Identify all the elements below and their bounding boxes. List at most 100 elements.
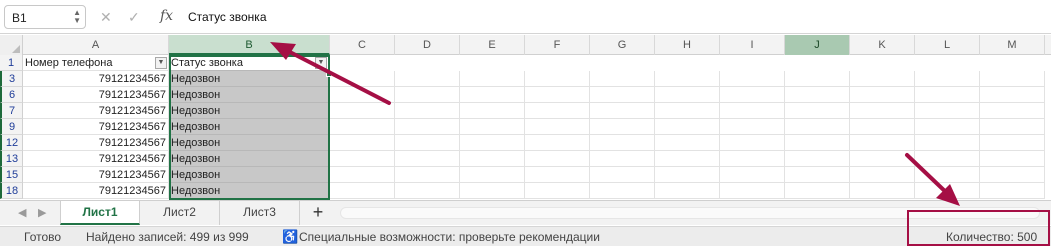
empty-cell[interactable] (785, 71, 850, 87)
row-header[interactable]: 1 (0, 55, 23, 71)
empty-cell[interactable] (460, 87, 525, 103)
column-header-i[interactable]: I (720, 35, 785, 55)
empty-cell[interactable] (395, 135, 460, 151)
empty-cell[interactable] (460, 183, 525, 199)
empty-cell[interactable] (850, 167, 915, 183)
phone-cell[interactable]: 79121234567 (23, 119, 169, 135)
empty-cell[interactable] (395, 183, 460, 199)
column-header-e[interactable]: E (460, 35, 525, 55)
phone-cell[interactable]: 79121234567 (23, 87, 169, 103)
empty-cell[interactable] (395, 71, 460, 87)
empty-cell[interactable] (655, 119, 720, 135)
name-box[interactable]: B1 ▲ ▼ (4, 5, 86, 29)
empty-cell[interactable] (330, 151, 395, 167)
empty-cell[interactable] (655, 71, 720, 87)
empty-cell[interactable] (590, 103, 655, 119)
empty-cell[interactable] (915, 119, 980, 135)
empty-cell[interactable] (720, 71, 785, 87)
empty-cell[interactable] (590, 71, 655, 87)
phone-cell[interactable]: 79121234567 (23, 167, 169, 183)
empty-cell[interactable] (395, 119, 460, 135)
empty-cell[interactable] (655, 87, 720, 103)
horizontal-scrollbar[interactable] (340, 207, 1040, 219)
empty-cell[interactable] (590, 119, 655, 135)
status-cell[interactable]: Недозвон (169, 151, 330, 167)
column-header-m[interactable]: M (980, 35, 1045, 55)
status-accessibility[interactable]: Специальные возможности: проверьте реком… (299, 230, 600, 244)
empty-cell[interactable] (915, 71, 980, 87)
empty-cell[interactable] (460, 135, 525, 151)
empty-cell[interactable] (850, 151, 915, 167)
empty-cell[interactable] (525, 167, 590, 183)
empty-cell[interactable] (785, 119, 850, 135)
empty-cell[interactable] (915, 167, 980, 183)
empty-cell[interactable] (850, 103, 915, 119)
row-header[interactable]: 15 (0, 167, 23, 183)
empty-cell[interactable] (460, 71, 525, 87)
status-cell[interactable]: Недозвон (169, 103, 330, 119)
tab-sheet2[interactable]: Лист2 (140, 201, 220, 225)
empty-cell[interactable] (590, 87, 655, 103)
empty-cell[interactable] (395, 151, 460, 167)
empty-cell[interactable] (330, 135, 395, 151)
empty-cell[interactable] (460, 167, 525, 183)
empty-cell[interactable] (850, 87, 915, 103)
empty-cell[interactable] (590, 151, 655, 167)
phone-cell[interactable]: 79121234567 (23, 183, 169, 199)
row-header[interactable]: 13 (0, 151, 23, 167)
status-cell[interactable]: Недозвон (169, 87, 330, 103)
next-sheet-icon[interactable]: ▶ (38, 206, 46, 219)
empty-cell[interactable] (720, 135, 785, 151)
empty-cell[interactable] (915, 135, 980, 151)
add-sheet-button[interactable]: + (305, 202, 331, 224)
status-cell[interactable]: Недозвон (169, 71, 330, 87)
empty-cell[interactable] (525, 71, 590, 87)
tab-sheet3[interactable]: Лист3 (220, 201, 300, 225)
empty-cell[interactable] (525, 103, 590, 119)
row-header[interactable]: 9 (0, 119, 23, 135)
empty-cell[interactable] (720, 87, 785, 103)
empty-cell[interactable] (980, 103, 1045, 119)
row-header[interactable]: 3 (0, 71, 23, 87)
name-box-stepper-icon[interactable]: ▲ ▼ (73, 9, 81, 25)
status-cell[interactable]: Недозвон (169, 167, 330, 183)
row-header[interactable]: 12 (0, 135, 23, 151)
cancel-icon[interactable]: ✕ (100, 9, 112, 26)
empty-cell[interactable] (980, 71, 1045, 87)
prev-sheet-icon[interactable]: ◀ (18, 206, 26, 219)
empty-cell[interactable] (655, 167, 720, 183)
empty-cell[interactable] (850, 119, 915, 135)
column-header-c[interactable]: C (330, 35, 395, 55)
empty-cell[interactable] (655, 151, 720, 167)
empty-cell[interactable] (720, 103, 785, 119)
empty-cell[interactable] (915, 87, 980, 103)
empty-cell[interactable] (720, 167, 785, 183)
row-header[interactable]: 7 (0, 103, 23, 119)
status-cell[interactable]: Недозвон (169, 119, 330, 135)
confirm-icon[interactable]: ✓ (128, 9, 140, 26)
empty-cell[interactable] (330, 103, 395, 119)
empty-cell[interactable] (915, 151, 980, 167)
empty-cell[interactable] (525, 119, 590, 135)
status-cell[interactable]: Недозвон (169, 135, 330, 151)
empty-cell[interactable] (330, 183, 395, 199)
empty-cell[interactable] (525, 135, 590, 151)
empty-cell[interactable] (980, 183, 1045, 199)
filter-dropdown-icon[interactable]: ▼ (155, 57, 167, 69)
formula-input[interactable]: Статус звонка (188, 10, 267, 24)
empty-cell[interactable] (655, 103, 720, 119)
row-header[interactable]: 18 (0, 183, 23, 199)
empty-cell[interactable] (460, 119, 525, 135)
empty-cell[interactable] (720, 151, 785, 167)
empty-cell[interactable] (980, 87, 1045, 103)
empty-cell[interactable] (330, 119, 395, 135)
empty-cell[interactable] (850, 183, 915, 199)
empty-cell[interactable] (525, 151, 590, 167)
accessibility-icon[interactable]: ♿ (282, 229, 298, 245)
column-header-l[interactable]: L (915, 35, 980, 55)
empty-cell[interactable] (785, 167, 850, 183)
empty-cell[interactable] (460, 151, 525, 167)
filter-active-icon[interactable]: ▼ (315, 57, 327, 69)
empty-cell[interactable] (525, 183, 590, 199)
empty-cell[interactable] (980, 151, 1045, 167)
